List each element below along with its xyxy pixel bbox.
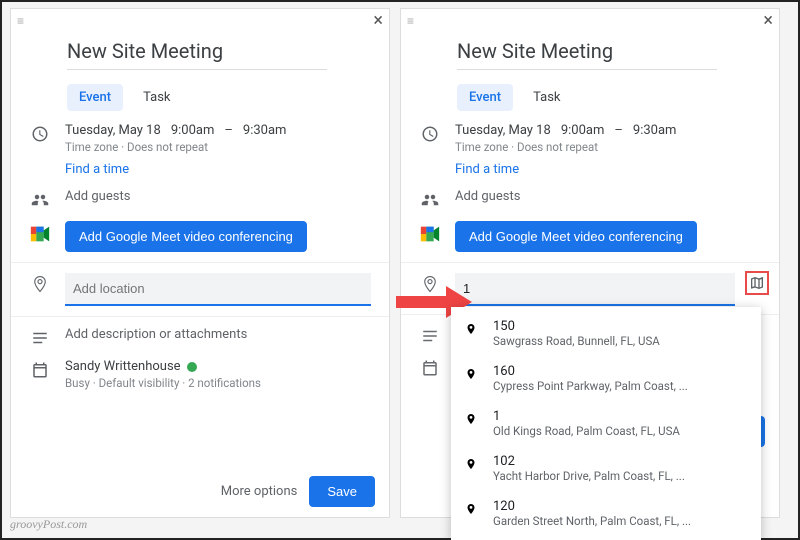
location-input[interactable] [455,273,735,306]
divider [401,262,779,263]
divider [11,262,389,263]
pin-icon [465,454,481,483]
location-suggestion[interactable]: 1Old Kings Road, Palm Coast, FL, USA [451,401,761,446]
find-time-link[interactable]: Find a time [65,162,371,177]
watermark-text: groovyPost.com [10,517,87,532]
location-input[interactable] [65,273,371,306]
calendar-icon [29,359,51,379]
datetime-line[interactable]: Tuesday, May 18 9:00am – 9:30am [455,123,761,138]
datetime-subline: Time zone · Does not repeat [455,140,761,154]
tab-event[interactable]: Event [67,84,123,111]
event-panel-after: ≡ × New Site Meeting Event Task Tuesday,… [400,8,780,518]
calendar-owner[interactable]: Sandy Writtenhouse [65,359,371,374]
location-suggestion[interactable]: 120Garden Street North, Palm Coast, FL, … [451,491,761,536]
calendar-icon [419,357,441,377]
drag-handle-icon[interactable]: ≡ [17,14,26,28]
meet-logo-icon [29,221,51,245]
add-meet-button[interactable]: Add Google Meet video conferencing [455,221,697,252]
tab-task[interactable]: Task [521,84,572,111]
location-suggestions-dropdown: 150Sawgrass Road, Bunnell, FL, USA 160Cy… [451,307,761,540]
drag-handle-icon[interactable]: ≡ [407,14,416,28]
more-options-link[interactable]: More options [221,484,298,499]
event-panel-before: ≡ × New Site Meeting Event Task Tuesday,… [10,8,390,518]
event-title-input[interactable]: New Site Meeting [67,35,327,70]
location-icon [419,273,441,293]
save-button[interactable]: Save [309,476,375,507]
close-icon[interactable]: × [763,12,773,30]
close-icon[interactable]: × [373,12,383,30]
location-suggestion[interactable]: 102Yacht Harbor Drive, Palm Coast, FL, .… [451,446,761,491]
guests-icon [29,189,51,209]
meet-logo-icon [419,221,441,245]
add-meet-button[interactable]: Add Google Meet video conferencing [65,221,307,252]
clock-icon [419,123,441,143]
location-suggestion[interactable]: 160Cypress Point Parkway, Palm Coast, ..… [451,356,761,401]
datetime-line[interactable]: Tuesday, May 18 9:00am – 9:30am [65,123,371,138]
tab-task[interactable]: Task [131,84,182,111]
calendar-color-dot [187,362,197,372]
pin-icon [465,319,481,348]
description-input[interactable]: Add description or attachments [65,327,371,342]
guests-input[interactable]: Add guests [65,189,371,204]
divider [11,316,389,317]
description-icon [419,325,441,345]
find-time-link[interactable]: Find a time [455,162,761,177]
location-icon [29,273,51,293]
pin-icon [465,499,481,528]
pin-icon [465,409,481,438]
guests-input[interactable]: Add guests [455,189,761,204]
guests-icon [419,189,441,209]
open-map-button[interactable] [745,271,769,295]
clock-icon [29,123,51,143]
pin-icon [465,364,481,393]
event-title-input[interactable]: New Site Meeting [457,35,717,70]
datetime-subline: Time zone · Does not repeat [65,140,371,154]
location-suggestion[interactable]: 150Sawgrass Road, Bunnell, FL, USA [451,311,761,356]
description-icon [29,327,51,347]
calendar-subline: Busy · Default visibility · 2 notificati… [65,376,371,390]
tab-event[interactable]: Event [457,84,513,111]
